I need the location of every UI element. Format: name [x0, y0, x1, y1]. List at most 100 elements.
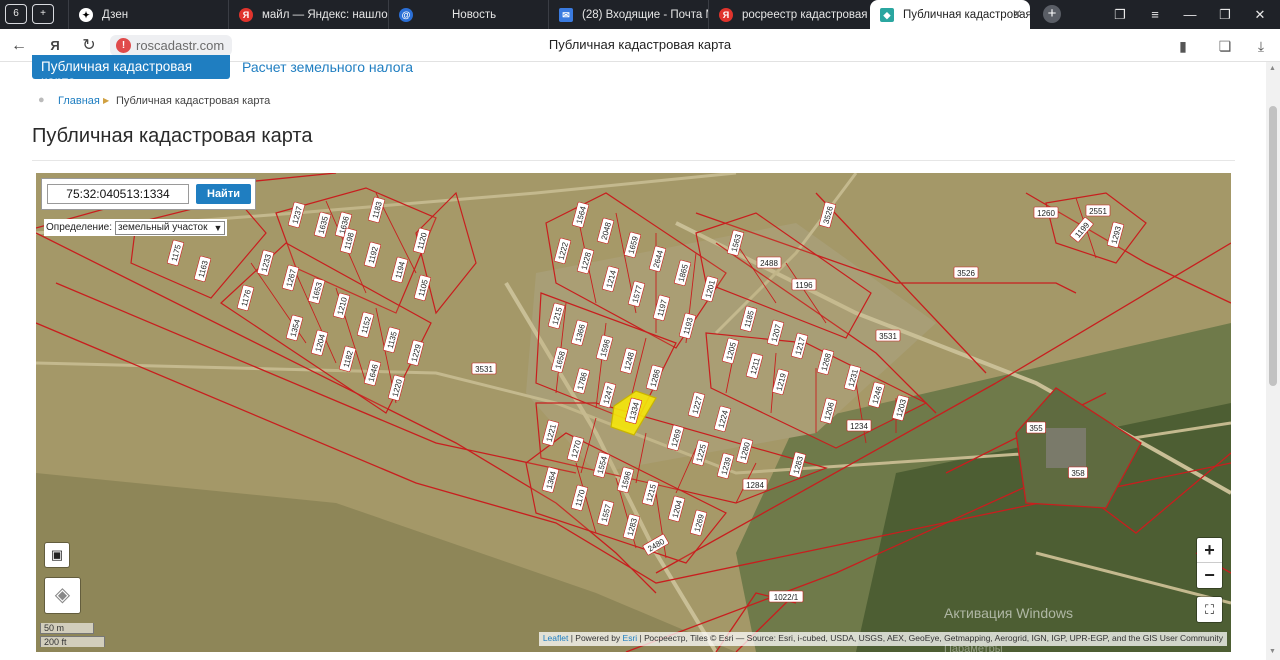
- find-button[interactable]: Найти: [196, 184, 251, 204]
- restore-icon[interactable]: ❐: [1208, 0, 1242, 29]
- page-title-center: Публичная кадастровая карта: [548, 37, 732, 52]
- tab-manager-icon[interactable]: +: [32, 4, 54, 24]
- breadcrumb-separator-icon: ▶: [103, 96, 110, 105]
- new-tab-button[interactable]: +: [1043, 5, 1061, 23]
- url-text: roscadastr.com: [136, 38, 225, 53]
- tab-title: росреестр кадастровая ка: [742, 8, 868, 21]
- layers-icon: ◈: [54, 584, 71, 606]
- reader-icon[interactable]: ❏: [1215, 36, 1235, 56]
- parcel-label-text: 1196: [795, 281, 813, 290]
- parcel-label[interactable]: 358: [1068, 466, 1088, 479]
- tab-title: майл — Яндекс: нашлось: [262, 8, 388, 21]
- cadastral-map[interactable]: 3531 3531 3526 3526 1334 1260 2551 1199 1293 355 3…: [36, 173, 1231, 652]
- fullscreen-icon: ⛶: [1204, 602, 1215, 617]
- zoom-out-button[interactable]: −: [1197, 563, 1222, 588]
- bookmark-icon[interactable]: ▮: [1173, 36, 1193, 56]
- parcel-label-text: 3526: [957, 269, 975, 278]
- parcel-label[interactable]: 3526: [953, 266, 979, 279]
- page-scrollbar[interactable]: ▲ ▼: [1266, 62, 1280, 660]
- yandex-icon: Я: [719, 7, 733, 22]
- definition-value: земельный участок: [118, 222, 208, 233]
- parcel-label-text: 3531: [879, 332, 897, 341]
- parcel-label-text: 358: [1071, 469, 1085, 478]
- zoom-control: + −: [1197, 538, 1222, 588]
- back-arrow-icon[interactable]: ←: [8, 35, 30, 57]
- parcel-label-text: 1022/1: [774, 593, 799, 602]
- parcel-label-text: 355: [1029, 424, 1043, 433]
- building: [1046, 428, 1086, 468]
- divider: [32, 160, 1235, 161]
- parcel-label-text: 1284: [746, 481, 764, 490]
- scale-metric: 50 m: [40, 623, 94, 634]
- tab-yandex-search[interactable]: Я майл — Яндекс: нашлось: [228, 0, 388, 29]
- parcel-label[interactable]: 3531: [471, 362, 497, 375]
- parcel-label[interactable]: 355: [1026, 421, 1046, 434]
- esri-link[interactable]: Esri: [623, 633, 638, 643]
- parcel-label[interactable]: 1234: [846, 419, 872, 432]
- map-canvas[interactable]: 353135313526352613341260 25511199 12933553…: [36, 173, 1231, 652]
- collections-icon[interactable]: ❐: [1103, 0, 1137, 29]
- zoom-in-button[interactable]: +: [1197, 538, 1222, 563]
- scrollbar-thumb[interactable]: [1269, 106, 1277, 386]
- location-pin-icon: ●: [38, 94, 45, 106]
- windows-activation-watermark: Активация Windows: [944, 605, 1074, 621]
- draw-tool-button[interactable]: ▣: [45, 543, 69, 567]
- download-icon[interactable]: ⤓: [1251, 36, 1271, 56]
- tab-mail-inbox[interactable]: ✉ (28) Входящие - Почта Ма: [548, 0, 708, 29]
- leaflet-link[interactable]: Leaflet: [543, 633, 569, 643]
- chevron-down-icon: ▼: [213, 222, 223, 233]
- scroll-up-icon[interactable]: ▲: [1269, 65, 1276, 72]
- tab-cadastral-map-active[interactable]: ◆ Публичная кадастровая к ✕: [870, 0, 1030, 29]
- tab-title: (28) Входящие - Почта Ма: [582, 8, 708, 21]
- yandex-logo-icon[interactable]: Я: [44, 35, 66, 57]
- mail-envelope-icon: ✉: [559, 7, 573, 22]
- parcel-label[interactable]: 2488: [756, 256, 782, 269]
- tab-rosreestr-search[interactable]: Я росреестр кадастровая ка: [708, 0, 868, 29]
- home-tab-counter[interactable]: 6: [5, 4, 27, 24]
- tab-title: Публичная кадастровая к: [903, 8, 1030, 21]
- parcel-label[interactable]: 1284: [742, 478, 768, 491]
- definition-selector: Определение: земельный участок ▼: [44, 219, 228, 236]
- scroll-down-icon[interactable]: ▼: [1269, 648, 1276, 655]
- nav-cadastral-map[interactable]: Публичная кадастровая карта: [32, 55, 230, 89]
- menu-icon[interactable]: ≡: [1138, 0, 1172, 29]
- tab-news[interactable]: @ Новость: [388, 0, 548, 29]
- dzen-icon: ✦: [79, 7, 93, 22]
- cadastral-number-input[interactable]: [47, 184, 189, 204]
- mail-at-icon: @: [399, 7, 413, 22]
- cadastral-search: Найти: [42, 179, 255, 209]
- parcel-label-text: 3531: [475, 365, 493, 374]
- parcel-label-text: 1260: [1037, 209, 1055, 218]
- breadcrumb-current: Публичная кадастровая карта: [116, 95, 271, 107]
- attribution-sources: | Росреестр, Tiles © Esri — Source: Esri…: [637, 633, 1223, 643]
- parcel-label-text: 1234: [850, 422, 868, 431]
- layers-button[interactable]: ◈: [45, 578, 80, 613]
- parcel-label[interactable]: 3531: [875, 329, 901, 342]
- tab-count-badge: 6: [13, 8, 19, 19]
- scale-imperial: 200 ft: [40, 636, 105, 647]
- definition-label: Определение:: [46, 222, 113, 233]
- tab-title: Дзен: [102, 8, 129, 21]
- tab-dzen[interactable]: ✦ Дзен: [68, 0, 228, 29]
- parcel-label-text: 2488: [760, 259, 778, 268]
- breadcrumb-home[interactable]: Главная: [58, 95, 100, 107]
- frame-icon: ▣: [50, 547, 64, 562]
- parcel-label[interactable]: 1022/1: [768, 590, 804, 603]
- reload-icon[interactable]: ↻: [78, 35, 100, 57]
- map-favicon: ◆: [880, 7, 894, 22]
- warning-icon[interactable]: !: [116, 38, 131, 53]
- definition-select[interactable]: земельный участок ▼: [115, 220, 226, 235]
- parcel-label[interactable]: 1260: [1033, 206, 1059, 219]
- map-attribution: Leaflet | Powered by Esri | Росреестр, T…: [538, 632, 1227, 646]
- attribution-text: | Powered by: [568, 633, 623, 643]
- tab-title: Новость: [452, 8, 497, 21]
- fullscreen-button[interactable]: ⛶: [1197, 597, 1222, 622]
- close-window-icon[interactable]: ✕: [1243, 0, 1277, 29]
- parcel-label[interactable]: 2551: [1085, 204, 1111, 217]
- nav-land-tax[interactable]: Расчет земельного налога: [242, 59, 413, 75]
- parcel-label[interactable]: 1196: [791, 278, 817, 291]
- minimize-icon[interactable]: —: [1173, 0, 1207, 29]
- close-tab-icon[interactable]: ✕: [1012, 7, 1022, 21]
- url-field[interactable]: ! roscadastr.com: [110, 35, 233, 56]
- parcel-label-text: 2551: [1089, 207, 1107, 216]
